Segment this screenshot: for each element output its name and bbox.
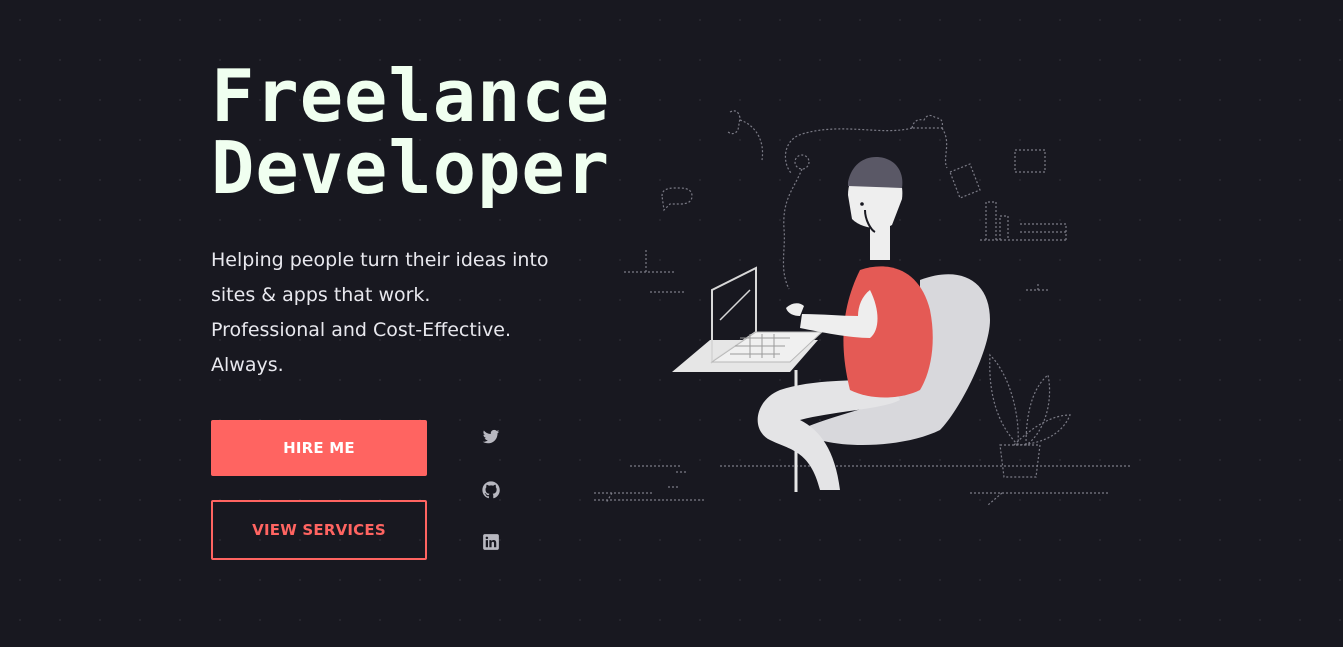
tagline-line: Always. <box>211 354 284 376</box>
tagline-line: Helping people turn their ideas into <box>211 249 549 271</box>
page-title: Freelance Developer <box>211 60 610 204</box>
hire-me-button[interactable]: HIRE ME <box>211 420 427 476</box>
twitter-link[interactable] <box>481 427 501 447</box>
tagline-line: Professional and Cost-Effective. <box>211 319 512 341</box>
linkedin-icon <box>483 534 499 550</box>
hero-section: Freelance Developer Helping people turn … <box>0 0 1343 647</box>
title-line-2: Developer <box>211 126 611 210</box>
view-services-button[interactable]: VIEW SERVICES <box>211 500 427 560</box>
title-line-1: Freelance <box>211 54 611 138</box>
github-link[interactable] <box>481 480 501 500</box>
linkedin-link[interactable] <box>481 532 501 552</box>
tagline-line: sites & apps that work. <box>211 284 431 306</box>
developer-illustration <box>594 110 1130 506</box>
tagline: Helping people turn their ideas into sit… <box>211 243 571 383</box>
twitter-icon <box>482 429 500 444</box>
github-icon <box>482 481 500 499</box>
